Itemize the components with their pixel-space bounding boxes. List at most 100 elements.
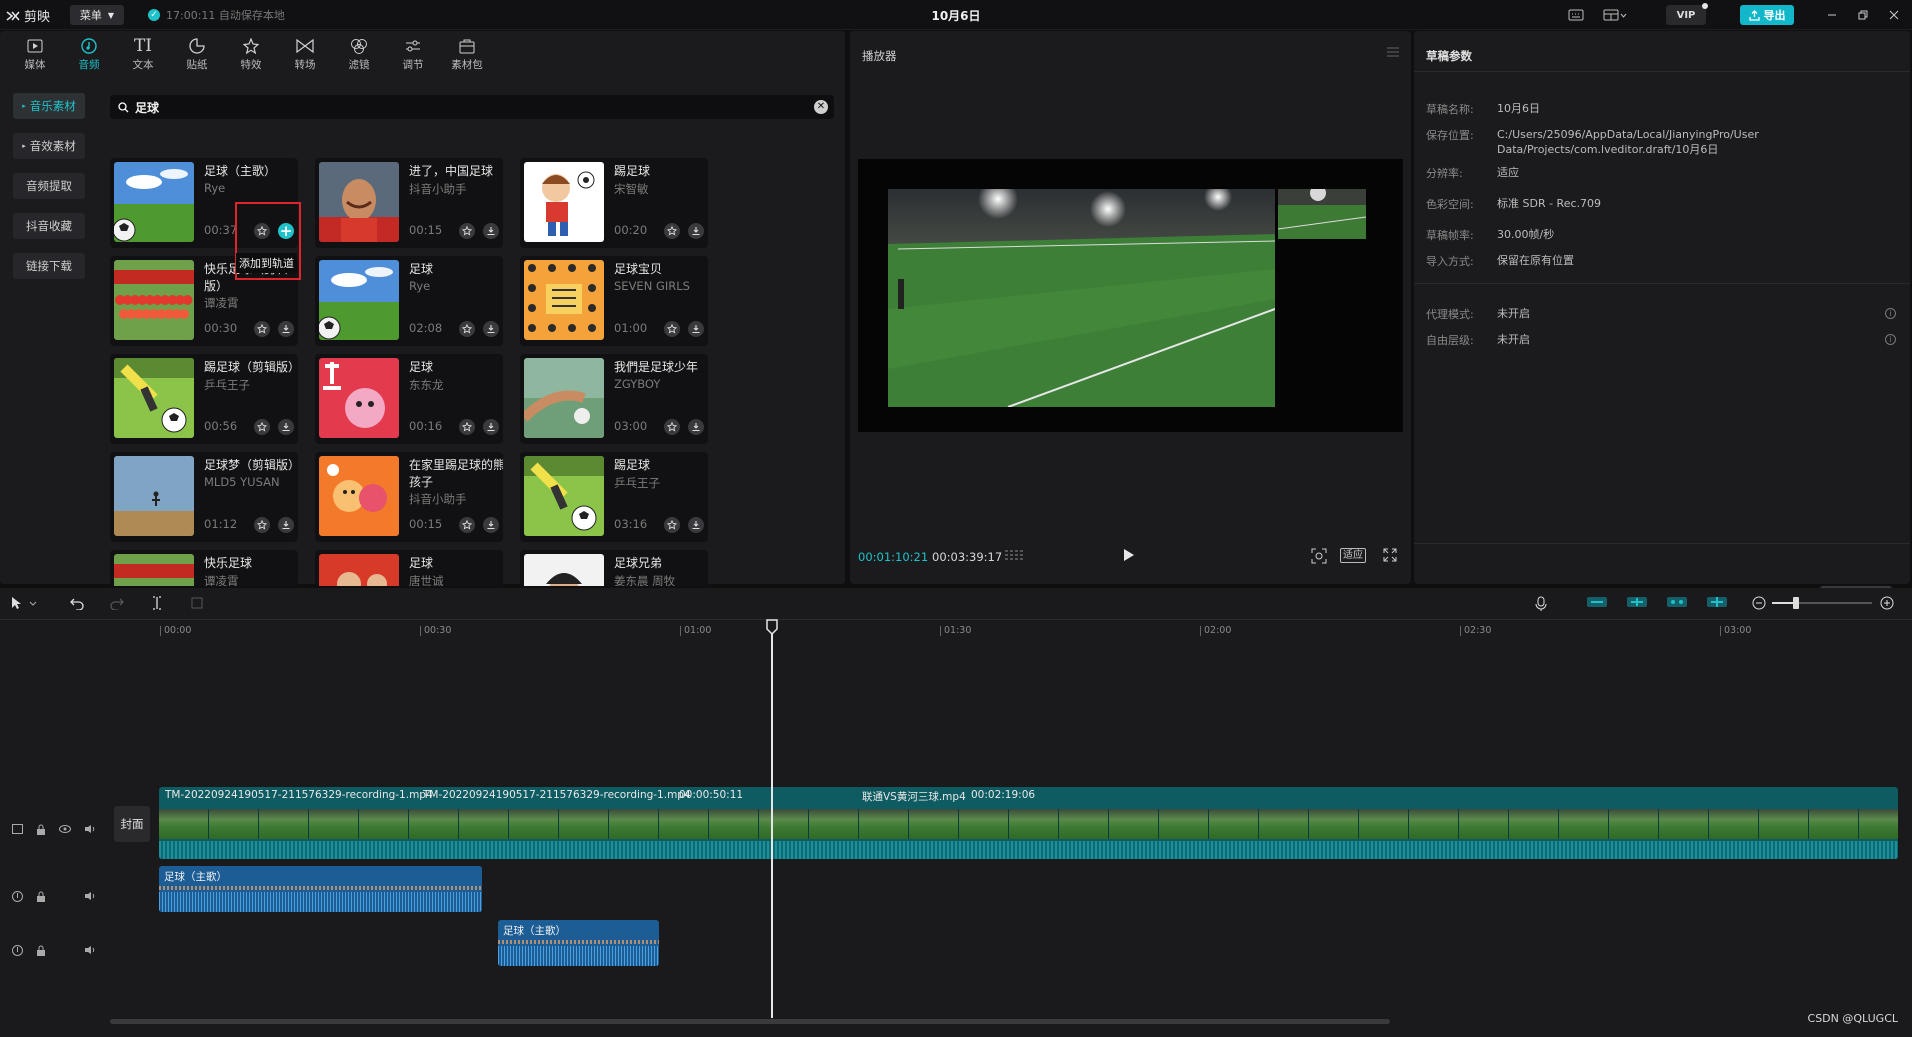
download-icon[interactable] <box>483 223 499 239</box>
select-tool-icon[interactable] <box>10 596 38 610</box>
video-track[interactable]: TM-20220924190517-211576329-recording-1.… <box>159 787 1898 859</box>
favorite-star-icon[interactable] <box>664 517 680 533</box>
download-icon[interactable] <box>278 419 294 435</box>
tab-effect[interactable]: 特效 <box>228 35 274 75</box>
preview-axis-icon[interactable] <box>1706 596 1728 608</box>
zoom-slider-handle[interactable] <box>1793 597 1799 609</box>
timeline-scrollbar[interactable] <box>110 1019 1390 1024</box>
layout-icon[interactable] <box>1600 5 1630 25</box>
linkage-icon[interactable] <box>1666 596 1688 608</box>
undo-icon[interactable] <box>70 596 84 610</box>
music-card[interactable]: 快乐足球 谭凌霄 <box>110 550 298 586</box>
favorite-star-icon[interactable] <box>459 321 475 337</box>
info-icon[interactable]: i <box>1885 334 1896 345</box>
tab-text[interactable]: TI 文本 <box>120 35 166 75</box>
favorite-star-icon[interactable] <box>254 419 270 435</box>
tab-sticker[interactable]: 贴纸 <box>174 35 220 75</box>
music-card[interactable]: 足球 东东龙 00:16 <box>315 354 503 444</box>
screenshot-icon[interactable] <box>1311 548 1327 564</box>
favorite-star-icon[interactable] <box>664 321 680 337</box>
zoom-out-icon[interactable] <box>1752 596 1766 610</box>
favorite-star-icon[interactable] <box>664 223 680 239</box>
category-link-download[interactable]: 链接下载 <box>13 253 85 279</box>
audio-clip[interactable]: 足球（主歌） <box>498 920 659 966</box>
download-icon[interactable] <box>688 517 704 533</box>
split-icon[interactable] <box>150 596 164 610</box>
favorite-star-icon[interactable] <box>254 321 270 337</box>
ratio-button[interactable]: 适应 <box>1340 548 1366 563</box>
eye-icon[interactable] <box>59 823 71 835</box>
playhead-handle[interactable] <box>765 619 779 635</box>
tab-transition[interactable]: 转场 <box>282 35 328 75</box>
export-button[interactable]: 导出 <box>1740 5 1794 25</box>
minimize-icon[interactable] <box>1822 5 1842 25</box>
tab-media[interactable]: 媒体 <box>12 35 58 75</box>
timeline-grid-icon[interactable] <box>1004 549 1026 563</box>
redo-icon[interactable] <box>110 596 124 610</box>
clear-search-icon[interactable]: ✕ <box>814 100 828 114</box>
tab-audio[interactable]: 音频 <box>66 35 112 75</box>
music-card[interactable]: 足球 Rye 02:08 <box>315 256 503 346</box>
snap-icon[interactable] <box>1626 596 1648 608</box>
download-icon[interactable] <box>483 321 499 337</box>
music-card[interactable]: 足球兄弟 姜东晨 周牧 <box>520 550 708 586</box>
delete-icon[interactable] <box>190 596 204 610</box>
search-bar[interactable]: 足球 ✕ <box>110 95 834 119</box>
tab-filter[interactable]: 滤镜 <box>336 35 382 75</box>
zoom-in-icon[interactable] <box>1880 596 1894 610</box>
category-audio-extract[interactable]: 音频提取 <box>13 173 85 199</box>
music-card[interactable]: 在家里踢足球的熊孩子 抖音小助手 00:15 <box>315 452 503 542</box>
keyboard-icon[interactable] <box>1566 5 1586 25</box>
download-icon[interactable] <box>688 223 704 239</box>
fullscreen-icon[interactable] <box>1383 548 1397 562</box>
download-icon[interactable] <box>483 517 499 533</box>
video-preview[interactable] <box>858 159 1403 432</box>
lock-icon[interactable] <box>35 944 47 956</box>
favorite-star-icon[interactable] <box>459 517 475 533</box>
favorite-star-icon[interactable] <box>459 223 475 239</box>
tab-adjust[interactable]: 调节 <box>390 35 436 75</box>
music-card[interactable]: 我們是足球少年 ZGYBOY 03:00 <box>520 354 708 444</box>
microphone-icon[interactable] <box>1534 596 1548 612</box>
close-icon[interactable] <box>1884 5 1904 25</box>
menu-button[interactable]: 菜单 ▼ <box>70 5 124 25</box>
favorite-star-icon[interactable] <box>459 419 475 435</box>
volume-icon[interactable] <box>83 823 95 835</box>
music-card[interactable]: 踢足球 宋智敏 00:20 <box>520 158 708 248</box>
time-ruler[interactable]: 00:00 00:30 01:00 01:30 02:00 02:30 03:00 <box>160 620 1912 636</box>
search-input[interactable]: 足球 <box>135 99 159 116</box>
favorite-star-icon[interactable] <box>664 419 680 435</box>
playhead[interactable] <box>771 622 773 1018</box>
tab-package[interactable]: 素材包 <box>444 35 490 75</box>
category-douyin-favorites[interactable]: 抖音收藏 <box>13 213 85 239</box>
lock-icon[interactable] <box>35 823 47 835</box>
zoom-slider[interactable] <box>1772 597 1872 609</box>
restore-icon[interactable] <box>1853 5 1873 25</box>
download-icon[interactable] <box>688 321 704 337</box>
music-card[interactable]: 进了，中国足球 抖音小助手 00:15 <box>315 158 503 248</box>
category-sound-effects[interactable]: ▸ 音效素材 <box>13 133 85 159</box>
player-menu-icon[interactable] <box>1387 47 1399 57</box>
volume-icon[interactable] <box>83 890 95 902</box>
cover-toggle-icon[interactable] <box>11 823 23 835</box>
favorite-star-icon[interactable] <box>254 517 270 533</box>
main-track-magnet-icon[interactable] <box>1586 596 1608 608</box>
music-card[interactable]: 足球梦（剪辑版） MLD5 YUSAN 01:12 <box>110 452 298 542</box>
vip-button[interactable]: VIP <box>1666 3 1708 25</box>
music-card[interactable]: 足球宝贝 SEVEN GIRLS 01:00 <box>520 256 708 346</box>
music-card[interactable]: 踢足球 乒乓王子 03:16 <box>520 452 708 542</box>
volume-icon[interactable] <box>83 944 95 956</box>
music-card[interactable]: 足球 唐世诚 <box>315 550 503 586</box>
download-icon[interactable] <box>278 321 294 337</box>
play-button[interactable] <box>1123 548 1135 562</box>
category-music[interactable]: ▸ 音乐素材 <box>13 93 85 119</box>
download-icon[interactable] <box>688 419 704 435</box>
cover-button[interactable]: 封面 <box>114 806 150 842</box>
music-duration: 01:12 <box>204 517 238 531</box>
download-icon[interactable] <box>278 517 294 533</box>
music-card[interactable]: 踢足球（剪辑版） 乒乓王子 00:56 <box>110 354 298 444</box>
download-icon[interactable] <box>483 419 499 435</box>
info-icon[interactable]: i <box>1885 308 1896 319</box>
lock-icon[interactable] <box>35 890 47 902</box>
audio-clip[interactable]: 足球（主歌） <box>159 866 482 912</box>
